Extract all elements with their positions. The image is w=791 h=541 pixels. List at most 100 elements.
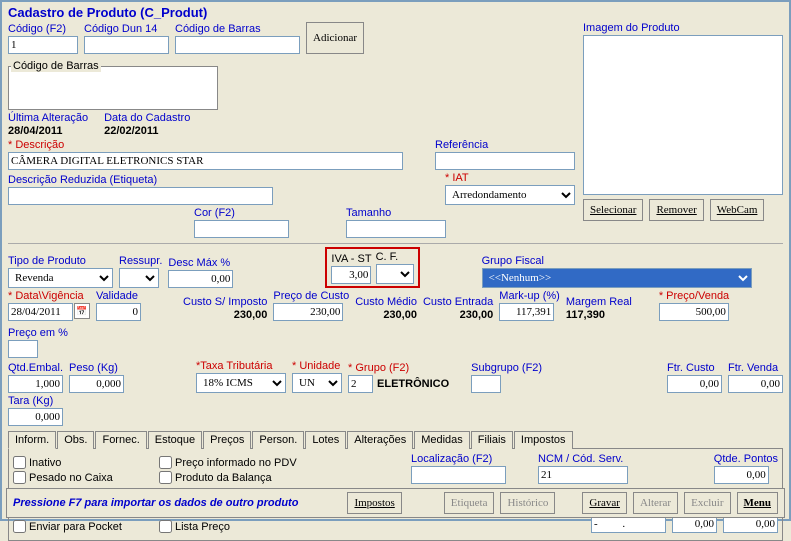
taxatrib-select[interactable]: 18% ICMS <box>196 373 286 393</box>
grupo-display: ELETRÔNICO <box>377 378 449 390</box>
precocusto-input[interactable] <box>273 303 343 321</box>
peso-input[interactable] <box>69 375 124 393</box>
qtdepontos-input[interactable] <box>714 466 769 484</box>
custosi-label: Custo S/ Imposto <box>183 296 267 308</box>
tab-impostos[interactable]: Impostos <box>514 431 573 449</box>
tabs: Inform. Obs. Fornec. Estoque Preços Pers… <box>8 430 783 449</box>
ultalt-value: 28/04/2011 <box>8 125 88 137</box>
unidade-label: * Unidade <box>292 360 342 372</box>
chk-enviarpocket[interactable] <box>13 520 26 533</box>
codigodun-label: Código Dun 14 <box>84 23 169 35</box>
window-title: Cadastro de Produto (C_Produt) <box>8 5 783 20</box>
codigobarras-input[interactable] <box>175 36 300 54</box>
qtdembal-input[interactable] <box>8 375 63 393</box>
qtdembal-label: Qtd.Embal. <box>8 362 63 374</box>
chk-pesadocaixa[interactable] <box>13 471 26 484</box>
ftrvenda-input[interactable] <box>728 375 783 393</box>
chk-inativo[interactable] <box>13 456 26 469</box>
ressupr-select[interactable] <box>119 268 159 288</box>
precocusto-label: Preço de Custo <box>273 290 349 302</box>
cor-label: Cor (F2) <box>194 207 289 219</box>
margemreal-value: 117,390 <box>566 309 632 321</box>
custmedio-label: Custo Médio <box>355 296 417 308</box>
cf-select[interactable] <box>376 264 414 284</box>
grupo-input[interactable] <box>348 375 373 393</box>
tab-fornec[interactable]: Fornec. <box>95 431 146 449</box>
tara-input[interactable] <box>8 408 63 426</box>
menu-button[interactable]: Menu <box>737 492 779 514</box>
precoem-label: Preço em % <box>8 327 68 339</box>
alterar-button: Alterar <box>633 492 678 514</box>
tab-alteracoes[interactable]: Alterações <box>347 431 413 449</box>
iat-select[interactable]: Arredondamento <box>445 185 575 205</box>
ultalt-label: Última Alteração <box>8 112 88 124</box>
codigobarras-label: Código de Barras <box>175 23 300 35</box>
webcam-button[interactable]: WebCam <box>710 199 765 221</box>
tamanho-input[interactable] <box>346 220 446 238</box>
tab-precos[interactable]: Preços <box>203 431 251 449</box>
tab-lotes[interactable]: Lotes <box>305 431 346 449</box>
status-msg: Pressione F7 para importar os dados de o… <box>13 497 341 509</box>
descricao-label: * Descrição <box>8 139 429 151</box>
adicionar-button[interactable]: Adicionar <box>306 22 364 54</box>
descred-input[interactable] <box>8 187 273 205</box>
markup-label: Mark-up (%) <box>499 290 560 302</box>
tara-label: Tara (Kg) <box>8 395 63 407</box>
localizacao-input[interactable] <box>411 466 506 484</box>
referencia-label: Referência <box>435 139 575 151</box>
grupofiscal-label: Grupo Fiscal <box>482 255 783 267</box>
tab-filiais[interactable]: Filiais <box>471 431 513 449</box>
cor-input[interactable] <box>194 220 289 238</box>
descmax-input[interactable] <box>168 270 233 288</box>
etiqueta-button: Etiqueta <box>444 492 495 514</box>
tab-person[interactable]: Person. <box>252 431 304 449</box>
ftrvenda-label: Ftr. Venda <box>728 362 783 374</box>
markup-input[interactable] <box>499 303 554 321</box>
tab-medidas[interactable]: Medidas <box>414 431 470 449</box>
gravar-button[interactable]: Gravar <box>582 492 627 514</box>
precovenda-label: * Preço/Venda <box>659 290 729 302</box>
referencia-input[interactable] <box>435 152 575 170</box>
subgrupo-input[interactable] <box>471 375 501 393</box>
ressupr-label: Ressupr. <box>119 255 162 267</box>
grupo-label: * Grupo (F2) <box>348 362 449 374</box>
peso-label: Peso (Kg) <box>69 362 124 374</box>
excluir-button: Excluir <box>684 492 730 514</box>
datavig-label: * Data\Vigência <box>8 290 90 302</box>
ncm-input[interactable] <box>538 466 628 484</box>
custmedio-value: 230,00 <box>355 309 417 321</box>
precoem-input[interactable] <box>8 340 38 358</box>
descricao-input[interactable] <box>8 152 403 170</box>
impostos-button[interactable]: Impostos <box>347 492 401 514</box>
validade-input[interactable] <box>96 303 141 321</box>
ncm-label: NCM / Cód. Serv. <box>538 453 628 465</box>
descmax-label: Desc Máx % <box>168 257 233 269</box>
statusbar: Pressione F7 para importar os dados de o… <box>6 488 785 518</box>
chk-precopdv[interactable] <box>159 456 172 469</box>
selecionar-button[interactable]: Selecionar <box>583 199 643 221</box>
imagem-label: Imagem do Produto <box>583 22 783 34</box>
datavig-input[interactable] <box>8 303 73 321</box>
localizacao-label: Localização (F2) <box>411 453 506 465</box>
datacad-value: 22/02/2011 <box>104 125 190 137</box>
tab-obs[interactable]: Obs. <box>57 431 94 449</box>
codigodun-input[interactable] <box>84 36 169 54</box>
datacad-label: Data do Cadastro <box>104 112 190 124</box>
unidade-select[interactable]: UN <box>292 373 342 393</box>
tab-estoque[interactable]: Estoque <box>148 431 202 449</box>
ivast-input[interactable] <box>331 266 371 284</box>
validade-label: Validade <box>96 290 141 302</box>
codigo-input[interactable] <box>8 36 78 54</box>
remover-button[interactable]: Remover <box>649 199 703 221</box>
chk-prodbalanca[interactable] <box>159 471 172 484</box>
imagem-box <box>583 35 783 195</box>
precovenda-input[interactable] <box>659 303 729 321</box>
chk-listapreco[interactable] <box>159 520 172 533</box>
grupofiscal-select[interactable]: <<Nenhum>> <box>482 268 752 288</box>
tamanho-label: Tamanho <box>346 207 446 219</box>
calendar-icon[interactable]: 📅 <box>74 303 90 319</box>
tab-inform[interactable]: Inform. <box>8 431 56 449</box>
tipoprod-select[interactable]: Revenda <box>8 268 113 288</box>
descred-label: Descrição Reduzida (Etiqueta) <box>8 174 273 186</box>
ftrcusto-input[interactable] <box>667 375 722 393</box>
